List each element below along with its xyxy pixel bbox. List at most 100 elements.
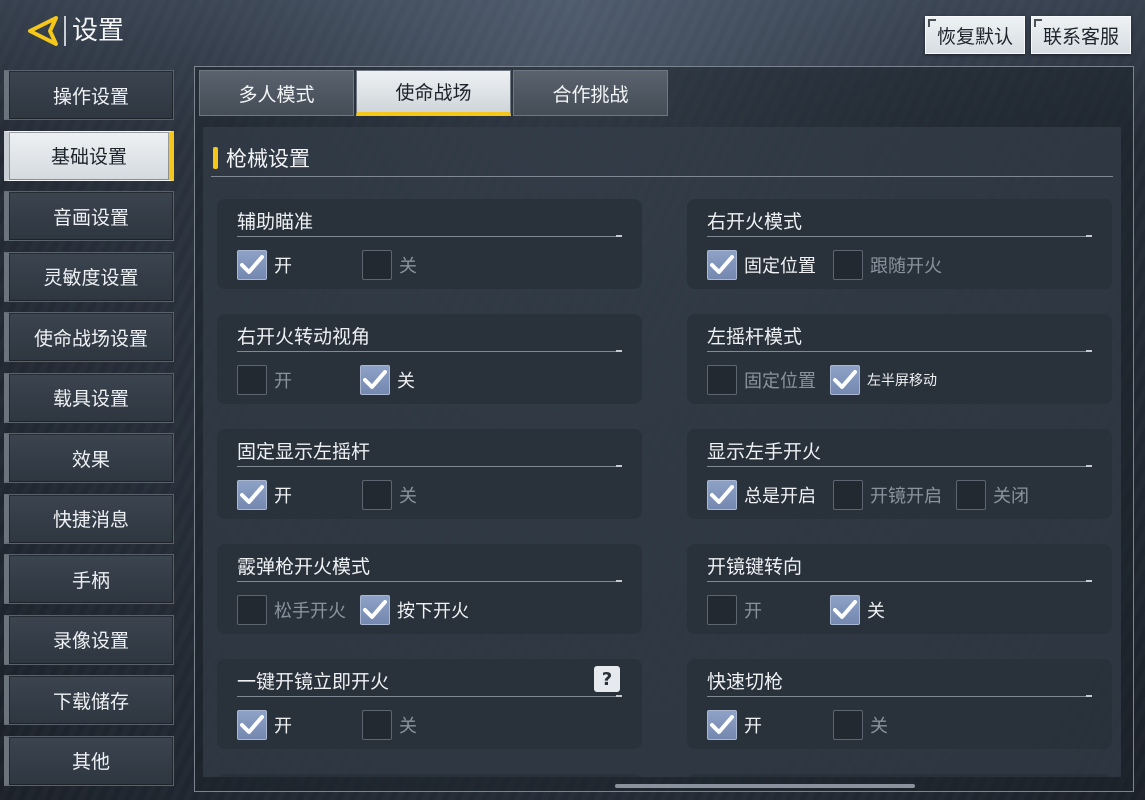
option-off[interactable]: 关 bbox=[362, 249, 417, 281]
back-button[interactable]: 设置 bbox=[26, 12, 126, 50]
setting-card-scope-turn: 开镜键转向 开 关 bbox=[687, 544, 1112, 634]
option-off[interactable]: 关 bbox=[362, 479, 417, 511]
option-label: 总是开启 bbox=[744, 486, 816, 507]
check-icon[interactable] bbox=[237, 710, 267, 740]
setting-card-left-fire-button: 显示左手开火 总是开启 开镜开启 关闭 bbox=[687, 429, 1112, 519]
option-fixed[interactable]: 固定位置 bbox=[707, 249, 816, 281]
restore-default-button[interactable]: 恢复默认 bbox=[925, 16, 1025, 54]
sidebar-item-quick-chat[interactable]: 快捷消息 bbox=[4, 493, 174, 544]
tab-battle-royale[interactable]: 使命战场 bbox=[356, 70, 511, 116]
option-on[interactable]: 开 bbox=[237, 709, 292, 741]
checkbox-unchecked[interactable] bbox=[833, 480, 863, 510]
sidebar-item-basic[interactable]: 基础设置 bbox=[4, 130, 174, 181]
check-icon[interactable] bbox=[360, 595, 390, 625]
option-off[interactable]: 关 bbox=[830, 594, 885, 626]
option-label: 开 bbox=[274, 371, 292, 392]
setting-label: 右开火转动视角 bbox=[237, 326, 371, 348]
divider bbox=[237, 465, 622, 467]
main-panel: 多人模式 使命战场 合作挑战 枪械设置 辅助瞄准 开 关 右开火模式 固定位置 … bbox=[194, 66, 1134, 792]
option-on[interactable]: 开 bbox=[237, 479, 292, 511]
sidebar: 操作设置 基础设置 音画设置 灵敏度设置 使命战场设置 载具设置 效果 快捷消息… bbox=[4, 70, 174, 796]
check-icon[interactable] bbox=[707, 250, 737, 280]
sidebar-item-effects[interactable]: 效果 bbox=[4, 433, 174, 483]
setting-card-partial bbox=[217, 774, 642, 777]
check-icon[interactable] bbox=[707, 710, 737, 740]
option-press-fire[interactable]: 按下开火 bbox=[360, 594, 469, 626]
option-release-fire[interactable]: 松手开火 bbox=[237, 594, 346, 626]
divider bbox=[237, 580, 622, 582]
option-label: 开 bbox=[274, 256, 292, 277]
divider bbox=[707, 580, 1092, 582]
option-label: 按下开火 bbox=[397, 601, 469, 622]
mode-tabs: 多人模式 使命战场 合作挑战 bbox=[199, 70, 668, 116]
setting-card-right-fire-rotate: 右开火转动视角 开 关 bbox=[217, 314, 642, 404]
sidebar-item-controller[interactable]: 手柄 bbox=[4, 554, 174, 604]
option-on[interactable]: 开 bbox=[237, 249, 292, 281]
help-icon[interactable]: ? bbox=[594, 666, 620, 692]
sidebar-item-download[interactable]: 下载储存 bbox=[4, 675, 174, 725]
setting-card-shotgun-fire-mode: 霰弹枪开火模式 松手开火 按下开火 bbox=[217, 544, 642, 634]
option-always-on[interactable]: 总是开启 bbox=[707, 479, 816, 511]
checkbox-unchecked[interactable] bbox=[956, 480, 986, 510]
setting-card-fixed-left-stick: 固定显示左摇杆 开 关 bbox=[217, 429, 642, 519]
setting-label: 左摇杆模式 bbox=[707, 326, 803, 348]
back-arrow-icon bbox=[26, 14, 60, 48]
scrollbar[interactable] bbox=[615, 784, 915, 788]
checkbox-unchecked[interactable] bbox=[833, 250, 863, 280]
sidebar-item-other[interactable]: 其他 bbox=[4, 735, 174, 786]
checkbox-unchecked[interactable] bbox=[707, 365, 737, 395]
check-icon[interactable] bbox=[830, 365, 860, 395]
setting-label: 显示左手开火 bbox=[707, 441, 822, 463]
sidebar-item-recording[interactable]: 录像设置 bbox=[4, 614, 174, 665]
sidebar-item-vehicle[interactable]: 载具设置 bbox=[4, 372, 174, 423]
option-label: 关闭 bbox=[993, 486, 1029, 507]
check-icon[interactable] bbox=[830, 595, 860, 625]
checkbox-unchecked[interactable] bbox=[362, 480, 392, 510]
option-left-half-move[interactable]: 左半屏移动 bbox=[830, 364, 937, 396]
check-icon[interactable] bbox=[237, 480, 267, 510]
option-label: 关 bbox=[870, 716, 888, 737]
checkbox-unchecked[interactable] bbox=[833, 710, 863, 740]
settings-content: 枪械设置 辅助瞄准 开 关 右开火模式 固定位置 跟随开火 右开火转动视角 开 … bbox=[203, 127, 1121, 777]
option-off[interactable]: 关 bbox=[833, 709, 888, 741]
contact-support-button[interactable]: 联系客服 bbox=[1031, 16, 1131, 54]
setting-card-aim-assist: 辅助瞄准 开 关 bbox=[217, 199, 642, 289]
option-label: 关 bbox=[399, 256, 417, 277]
option-follow[interactable]: 跟随开火 bbox=[833, 249, 942, 281]
checkbox-unchecked[interactable] bbox=[237, 595, 267, 625]
divider bbox=[707, 350, 1092, 352]
setting-label: 辅助瞄准 bbox=[237, 211, 314, 233]
option-off[interactable]: 关 bbox=[362, 709, 417, 741]
divider bbox=[237, 350, 622, 352]
option-on[interactable]: 开 bbox=[237, 364, 292, 396]
checkbox-unchecked[interactable] bbox=[707, 595, 737, 625]
option-label: 开镜开启 bbox=[870, 486, 942, 507]
check-icon[interactable] bbox=[237, 250, 267, 280]
option-label: 开 bbox=[744, 716, 762, 737]
tab-coop[interactable]: 合作挑战 bbox=[513, 70, 668, 116]
option-closed[interactable]: 关闭 bbox=[956, 479, 1029, 511]
sidebar-item-audio-video[interactable]: 音画设置 bbox=[4, 191, 174, 241]
option-on[interactable]: 开 bbox=[707, 709, 762, 741]
option-label: 开 bbox=[274, 486, 292, 507]
option-label: 开 bbox=[274, 716, 292, 737]
option-fixed[interactable]: 固定位置 bbox=[707, 364, 816, 396]
option-on[interactable]: 开 bbox=[707, 594, 762, 626]
sidebar-item-battle-royale[interactable]: 使命战场设置 bbox=[4, 312, 174, 362]
sidebar-item-controls[interactable]: 操作设置 bbox=[4, 70, 174, 120]
option-off[interactable]: 关 bbox=[360, 364, 415, 396]
sidebar-item-sensitivity[interactable]: 灵敏度设置 bbox=[4, 251, 174, 302]
section-header: 枪械设置 bbox=[211, 139, 1113, 177]
checkbox-unchecked[interactable] bbox=[237, 365, 267, 395]
divider bbox=[707, 695, 1092, 697]
checkbox-unchecked[interactable] bbox=[362, 710, 392, 740]
option-label: 固定位置 bbox=[744, 371, 816, 392]
check-icon[interactable] bbox=[707, 480, 737, 510]
option-scope-on[interactable]: 开镜开启 bbox=[833, 479, 942, 511]
tab-multiplayer[interactable]: 多人模式 bbox=[199, 70, 354, 116]
setting-label: 霰弹枪开火模式 bbox=[237, 556, 371, 578]
check-icon[interactable] bbox=[360, 365, 390, 395]
divider bbox=[237, 695, 622, 697]
option-label: 跟随开火 bbox=[870, 256, 942, 277]
checkbox-unchecked[interactable] bbox=[362, 250, 392, 280]
